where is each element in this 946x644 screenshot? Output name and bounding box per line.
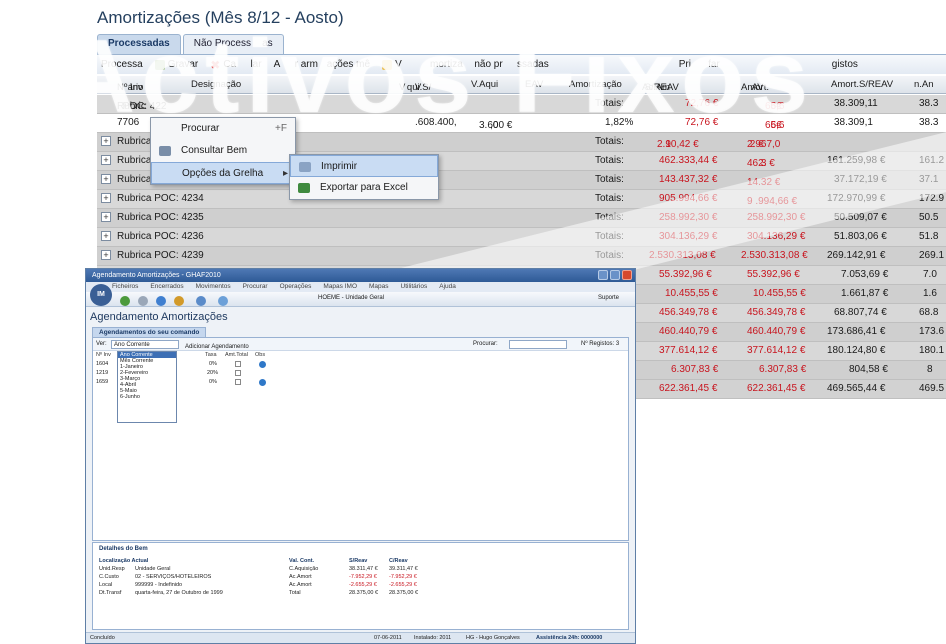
expand-icon[interactable]: +: [101, 136, 111, 146]
table-row[interactable]: + Rubrica POC: 4234 Totais: 905.994,66 €…: [97, 190, 946, 209]
agendamento-window: Agendamento Amortizações - GHAF2010 Fich…: [85, 268, 636, 644]
archive-button[interactable]: A r arm ações mê: [274, 59, 371, 70]
menu-movimentos[interactable]: Movimentos: [196, 282, 231, 292]
table-row[interactable]: + Rubrica POC: 4236 Totais: 304.136,29 €…: [97, 228, 946, 247]
app-logo: IM: [90, 284, 112, 306]
menu-bar: Ficheiros Encerrados Movimentos Procurar…: [86, 282, 635, 292]
tab-processadas[interactable]: Processadas: [97, 34, 181, 54]
expand-icon[interactable]: +: [101, 174, 111, 184]
menu-utilitarios[interactable]: Utilitários: [401, 282, 428, 292]
menu-ajuda[interactable]: Ajuda: [439, 282, 456, 292]
location-block: Localização Actual Unid.Resp Unidade Gera…: [99, 558, 223, 596]
agendamento-panel: Ver: Ano Corrente Adicionar Agendamento …: [92, 337, 629, 541]
menu-ficheiros[interactable]: Ficheiros: [112, 282, 138, 292]
col-vaqui-sreav[interactable]: V qui.S/ V: [399, 79, 431, 93]
menu-item-opcoes-grelha[interactable]: Opções da Grelha ▸: [151, 162, 295, 184]
chevron-right-icon: ▸: [282, 168, 288, 179]
values-block: Val. Cont. S/Reav C/Reav C.Aquisição 38.311…: [289, 558, 419, 596]
amort-total-checkbox[interactable]: [235, 370, 241, 376]
table-row[interactable]: + Rubrica POC: 4239 Totais: 2.530.313,08…: [97, 247, 946, 266]
menu-mapas-imo[interactable]: Mapas IMO: [323, 282, 357, 292]
print-icon[interactable]: [196, 296, 206, 306]
col-inventario[interactable]: Nº Inv ário: [117, 79, 143, 93]
close-icon: ✖: [210, 57, 221, 72]
details-panel: Detalhes do Bem Localização Actual Unid.…: [92, 542, 629, 630]
menu-item-imprimir[interactable]: Imprimir: [290, 155, 438, 177]
refresh-icon[interactable]: [156, 296, 166, 306]
process-button[interactable]: Processa: [101, 59, 143, 70]
expand-icon[interactable]: +: [101, 250, 111, 260]
context-menu: Procurar +F Consultar Bem Opções da Grelh…: [150, 117, 296, 185]
col-an[interactable]: n.An: [914, 79, 934, 90]
table-row[interactable]: Rubric POC: 422 Totais: 72,76 € 65,6 6€ …: [97, 95, 946, 114]
records-count: Nº Registos: 3: [581, 341, 620, 347]
back-tabs: Processadas Não Process as: [97, 34, 286, 54]
col-vaqui[interactable]: V.Aqui: [471, 79, 498, 90]
grid-header: Nº Inv ário Designação V qui.S/ V V.Aqui…: [97, 76, 946, 94]
menu-procurar[interactable]: Procurar: [243, 282, 268, 292]
amort-total-checkbox[interactable]: [235, 379, 241, 385]
col-designacao[interactable]: Designação: [191, 79, 241, 90]
window-titlebar[interactable]: Agendamento Amortizações - GHAF2010: [86, 269, 635, 282]
details-title: Detalhes do Bem: [99, 546, 148, 552]
minimize-button[interactable]: [598, 270, 608, 280]
print-button[interactable]: Pri far: [679, 59, 720, 70]
period-dropdown[interactable]: Ano Corrente Mês Corrente 1-Janeiro 2-Fe…: [117, 351, 177, 423]
warning-icon: [382, 59, 393, 70]
col-amort-sreav[interactable]: Amort.S/REAV: [831, 79, 893, 90]
col-reav[interactable]: EAV: [525, 79, 543, 90]
page-title: Amortizações (Mês 8/12 - Aosto): [97, 8, 344, 27]
forward-icon[interactable]: [138, 296, 148, 306]
col-amort[interactable]: Amort. AV: [741, 79, 769, 93]
printer-icon: [299, 162, 311, 172]
info-icon[interactable]: [259, 361, 266, 368]
records-label: gistos: [831, 59, 858, 70]
front-toolbar: HOEME - Unidade Geral Suporte: [86, 292, 635, 307]
col-amortizacao[interactable]: Amortização: [569, 79, 622, 90]
export-icon[interactable]: [218, 296, 228, 306]
settings-icon[interactable]: [174, 296, 184, 306]
option[interactable]: 6-Junho: [118, 394, 176, 400]
filter-row: Ver: Ano Corrente Adicionar Agendamento …: [93, 338, 628, 351]
menu-item-exportar-excel[interactable]: Exportar para Excel: [290, 177, 438, 199]
menu-item-procurar[interactable]: Procurar +F: [151, 118, 295, 140]
save-icon: [154, 59, 165, 70]
excel-icon: [298, 183, 310, 193]
info-icon[interactable]: [259, 379, 266, 386]
support-button[interactable]: Suporte: [598, 295, 619, 301]
tab-agendamentos[interactable]: Agendamentos do seu comando: [92, 327, 207, 337]
expand-icon[interactable]: +: [101, 212, 111, 222]
expand-icon[interactable]: +: [101, 193, 111, 203]
user-label: HG - Hugo Gonçalves: [466, 635, 520, 641]
back-toolbar: Processa Gravar ✖ Ca lar A r arm ações mê…: [97, 54, 946, 74]
menu-mapas[interactable]: Mapas: [369, 282, 389, 292]
menu-item-consultar-bem[interactable]: Consultar Bem: [151, 140, 295, 162]
grid-options-submenu: Imprimir Exportar para Excel: [289, 154, 439, 200]
maximize-button[interactable]: [610, 270, 620, 280]
close-button[interactable]: [622, 270, 632, 280]
status-bar: Concluído 07-06-2011 Instalado: 2011 HG …: [86, 632, 635, 643]
tab-nao-processadas[interactable]: Não Process as: [182, 34, 284, 54]
search-input[interactable]: [509, 340, 567, 349]
menu-operacoes[interactable]: Operações: [280, 282, 312, 292]
menu-encerrados[interactable]: Encerrados: [150, 282, 183, 292]
amortize-button[interactable]: V mortiza não pr ssadas: [382, 59, 549, 70]
page-heading: Agendamento Amortizações: [90, 311, 228, 323]
save-button[interactable]: Gravar: [154, 59, 198, 70]
expand-icon[interactable]: +: [101, 155, 111, 165]
cancel-button[interactable]: ✖ Ca lar: [210, 58, 261, 72]
table-row[interactable]: + Rubrica POC: 4235 Totais: 258.992,30 €…: [97, 209, 946, 228]
col-acam[interactable]: Ac.Am S/REAV: [642, 79, 679, 93]
period-select[interactable]: Ano Corrente: [111, 340, 179, 349]
expand-icon[interactable]: +: [101, 231, 111, 241]
amort-total-checkbox[interactable]: [235, 361, 241, 367]
entity-selector[interactable]: HOEME - Unidade Geral: [318, 295, 384, 301]
binoculars-icon: [159, 146, 171, 156]
back-icon[interactable]: [120, 296, 130, 306]
